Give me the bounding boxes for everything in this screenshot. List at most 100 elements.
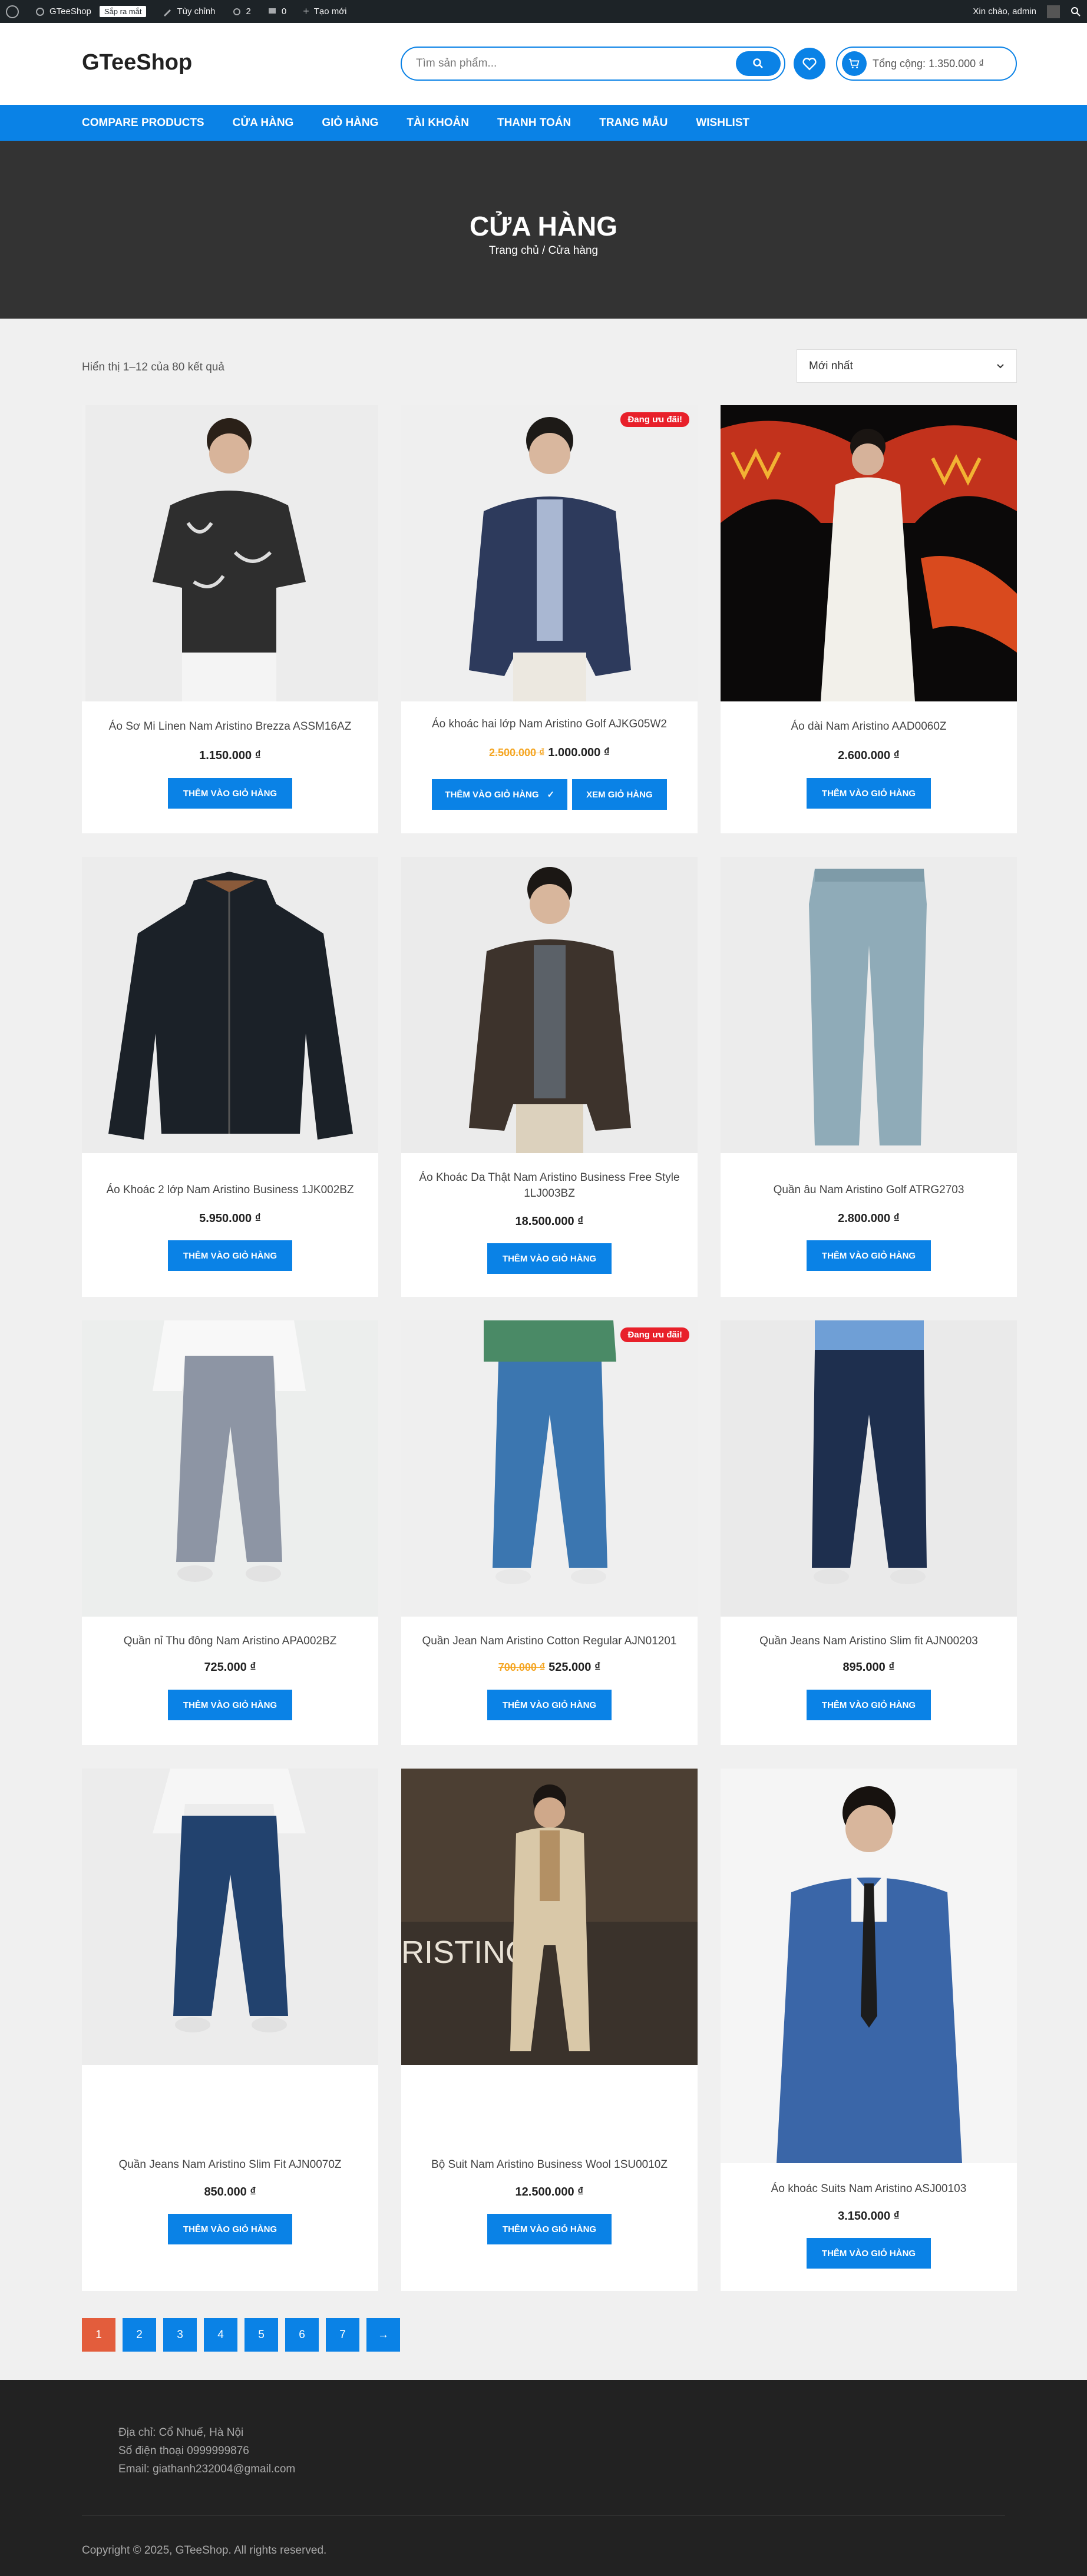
site-header: GTeeShop Tìm sản phẩm... Tổng cộng: 1.35…: [0, 23, 1087, 105]
breadcrumb[interactable]: Trang chủ / Cửa hàng: [0, 244, 1087, 257]
search-button[interactable]: [736, 51, 781, 76]
product-price: 700.000 ₫ 525.000 ₫: [401, 1661, 698, 1674]
new-content-link[interactable]: + Tạo mới: [303, 5, 346, 18]
footer-phone: Số điện thoại 0999999876: [118, 2445, 249, 2457]
page-4[interactable]: 4: [204, 2318, 237, 2352]
dashboard-icon: [36, 7, 44, 16]
wordpress-icon: [6, 5, 19, 18]
product-price: 2.600.000 ₫: [838, 749, 900, 762]
product-name[interactable]: Áo dài Nam Aristino AAD0060Z: [732, 719, 1005, 734]
comments-link[interactable]: 0: [267, 6, 286, 16]
product-image[interactable]: Đang ưu đãi!: [401, 1320, 698, 1617]
site-name-link[interactable]: GTeeShop Sắp ra mắt: [35, 6, 147, 17]
page-3[interactable]: 3: [163, 2318, 197, 2352]
product-image[interactable]: [721, 405, 1017, 701]
add-to-cart-button[interactable]: THÊM VÀO GIỎ HÀNG: [487, 1690, 612, 1720]
updates-icon: [233, 8, 240, 15]
product-name[interactable]: Áo khoác hai lớp Nam Aristino Golf AJKG0…: [413, 716, 686, 732]
sale-badge: Đang ưu đãi!: [620, 1327, 689, 1342]
nav-compare[interactable]: COMPARE PRODUCTS: [82, 117, 204, 130]
wishlist-button[interactable]: [794, 48, 825, 80]
nav-shop[interactable]: CỬA HÀNG: [233, 117, 294, 130]
add-to-cart-button[interactable]: THÊM VÀO GIỎ HÀNG: [487, 1243, 612, 1274]
product-name[interactable]: Áo Khoác 2 lớp Nam Aristino Business 1JK…: [94, 1182, 366, 1198]
add-to-cart-button[interactable]: THÊM VÀO GIỎ HÀNG: [167, 2214, 293, 2244]
view-cart-button[interactable]: XEM GIỎ HÀNG: [572, 779, 667, 810]
add-to-cart-button[interactable]: THÊM VÀO GIỎ HÀNG: [806, 2238, 931, 2269]
nav-wishlist[interactable]: WISHLIST: [696, 117, 749, 130]
add-to-cart-button[interactable]: THÊM VÀO GIỎ HÀNG: [167, 1690, 293, 1720]
product-name[interactable]: Quần âu Nam Aristino Golf ATRG2703: [732, 1182, 1005, 1198]
wordpress-menu[interactable]: [6, 5, 19, 18]
footer-address: Địa chỉ: Cổ Nhuế, Hà Nội: [118, 2426, 244, 2439]
product-name[interactable]: Áo khoác Suits Nam Aristino ASJ00103: [732, 2181, 1005, 2197]
page-2[interactable]: 2: [123, 2318, 156, 2352]
product-image[interactable]: RISTINO: [401, 1769, 698, 2065]
add-to-cart-button[interactable]: THÊM VÀO GIỎ HÀNG: [806, 1690, 931, 1720]
nav-checkout[interactable]: THANH TOÁN: [497, 117, 571, 130]
add-to-cart-button[interactable]: THÊM VÀO GIỎ HÀNG: [167, 1240, 293, 1271]
product-price: 5.950.000 ₫: [199, 1212, 261, 1225]
sort-select[interactable]: Mới nhất: [797, 349, 1017, 383]
product-image[interactable]: [82, 1320, 378, 1617]
search-input[interactable]: Tìm sản phẩm...: [401, 47, 785, 81]
product-image[interactable]: [721, 857, 1017, 1153]
product-image[interactable]: Đang ưu đãi!: [401, 405, 698, 701]
add-to-cart-button[interactable]: THÊM VÀO GIỎ HÀNG: [806, 1240, 931, 1271]
comment-icon: [268, 8, 276, 14]
product-image[interactable]: [82, 1769, 378, 2065]
product-card: Áo dài Nam Aristino AAD0060Z 2.600.000 ₫…: [721, 405, 1017, 833]
product-image[interactable]: [721, 1769, 1017, 2163]
product-price: 18.500.000 ₫: [515, 1215, 584, 1228]
customize-link[interactable]: Tùy chỉnh: [163, 6, 216, 16]
add-to-cart-button[interactable]: THÊM VÀO GIỎ HÀNG: [167, 778, 293, 809]
product-image[interactable]: [82, 857, 378, 1153]
product-name[interactable]: Áo Sơ Mi Linen Nam Aristino Brezza ASSM1…: [94, 719, 366, 734]
product-name[interactable]: Quần Jeans Nam Aristino Slim fit AJN0020…: [732, 1633, 1005, 1649]
page-5[interactable]: 5: [245, 2318, 278, 2352]
search-icon[interactable]: [1071, 6, 1081, 17]
updates-count: 2: [246, 6, 251, 16]
site-logo[interactable]: GTeeShop: [82, 50, 192, 75]
product-card: Đang ưu đãi! Quần Jean Nam Aristino Cott…: [401, 1320, 698, 1745]
page-6[interactable]: 6: [285, 2318, 319, 2352]
account-greeting[interactable]: Xin chào, admin: [973, 6, 1036, 16]
product-name[interactable]: Bộ Suit Nam Aristino Business Wool 1SU00…: [413, 2157, 686, 2173]
product-name[interactable]: Quần nỉ Thu đông Nam Aristino APA002BZ: [94, 1633, 366, 1649]
product-name[interactable]: Áo Khoác Da Thật Nam Aristino Business F…: [413, 1170, 686, 1201]
product-price: 3.150.000 ₫: [838, 2210, 900, 2223]
page-1[interactable]: 1: [82, 2318, 115, 2352]
nav-sample-page[interactable]: TRANG MẪU: [599, 117, 668, 130]
add-to-cart-button[interactable]: THÊM VÀO GIỎ HÀNG ✓: [432, 779, 568, 810]
cart-icon: [848, 58, 860, 68]
pagination: 1 2 3 4 5 6 7 →: [82, 2318, 400, 2352]
nav-cart[interactable]: GIỎ HÀNG: [322, 117, 378, 130]
product-price: 2.500.000 ₫ 1.000.000 ₫: [401, 746, 698, 760]
updates-link[interactable]: 2: [232, 6, 251, 16]
product-card: Áo Khoác 2 lớp Nam Aristino Business 1JK…: [82, 857, 378, 1297]
footer-email[interactable]: Email: giathanh232004@gmail.com: [118, 2460, 295, 2478]
nav-account[interactable]: TÀI KHOẢN: [407, 117, 469, 130]
main-nav: COMPARE PRODUCTS CỬA HÀNG GIỎ HÀNG TÀI K…: [0, 105, 1087, 141]
product-name[interactable]: Quần Jean Nam Aristino Cotton Regular AJ…: [413, 1633, 686, 1649]
product-image[interactable]: [721, 1320, 1017, 1617]
avatar[interactable]: [1047, 5, 1060, 18]
cart-button[interactable]: Tổng cộng: 1.350.000 ₫: [836, 47, 1017, 81]
page-7[interactable]: 7: [326, 2318, 359, 2352]
product-name[interactable]: Quần Jeans Nam Aristino Slim Fit AJN0070…: [94, 2157, 366, 2173]
comments-count: 0: [281, 6, 287, 16]
product-price: 895.000 ₫: [842, 1661, 895, 1674]
product-card: Áo Sơ Mi Linen Nam Aristino Brezza ASSM1…: [82, 405, 378, 833]
old-price: 2.500.000 ₫: [488, 747, 545, 759]
coming-soon-badge[interactable]: Sắp ra mắt: [99, 6, 147, 17]
chevron-down-icon: [997, 363, 1004, 368]
next-page-button[interactable]: →: [366, 2318, 400, 2352]
product-image[interactable]: [82, 405, 378, 701]
search-icon: [753, 58, 763, 68]
product-card: Quần Jeans Nam Aristino Slim Fit AJN0070…: [82, 1769, 378, 2291]
product-image[interactable]: [401, 857, 698, 1153]
add-to-cart-button[interactable]: THÊM VÀO GIỎ HÀNG: [487, 2214, 612, 2244]
page-hero: CỬA HÀNG Trang chủ / Cửa hàng: [0, 141, 1087, 319]
check-icon: ✓: [547, 790, 555, 800]
add-to-cart-button[interactable]: THÊM VÀO GIỎ HÀNG: [806, 778, 931, 809]
